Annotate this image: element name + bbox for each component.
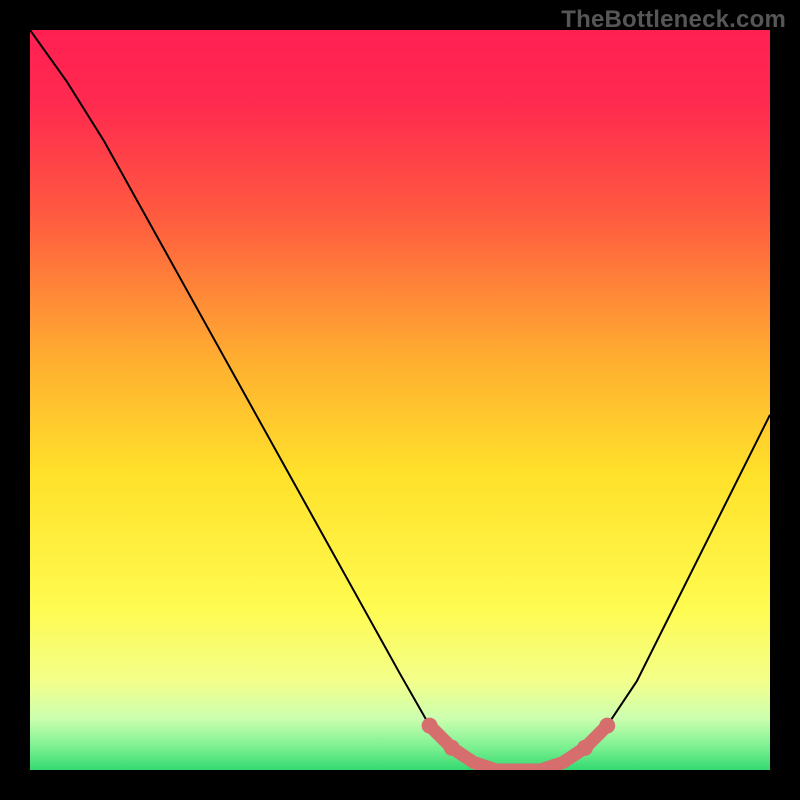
plot-area: [30, 30, 770, 770]
optimal-range-dot: [444, 740, 460, 756]
optimal-range-dot: [577, 740, 593, 756]
chart-frame: TheBottleneck.com: [0, 0, 800, 800]
chart-svg: [30, 30, 770, 770]
gradient-background: [30, 30, 770, 770]
optimal-range-dot: [422, 718, 438, 734]
optimal-range-dot: [599, 718, 615, 734]
